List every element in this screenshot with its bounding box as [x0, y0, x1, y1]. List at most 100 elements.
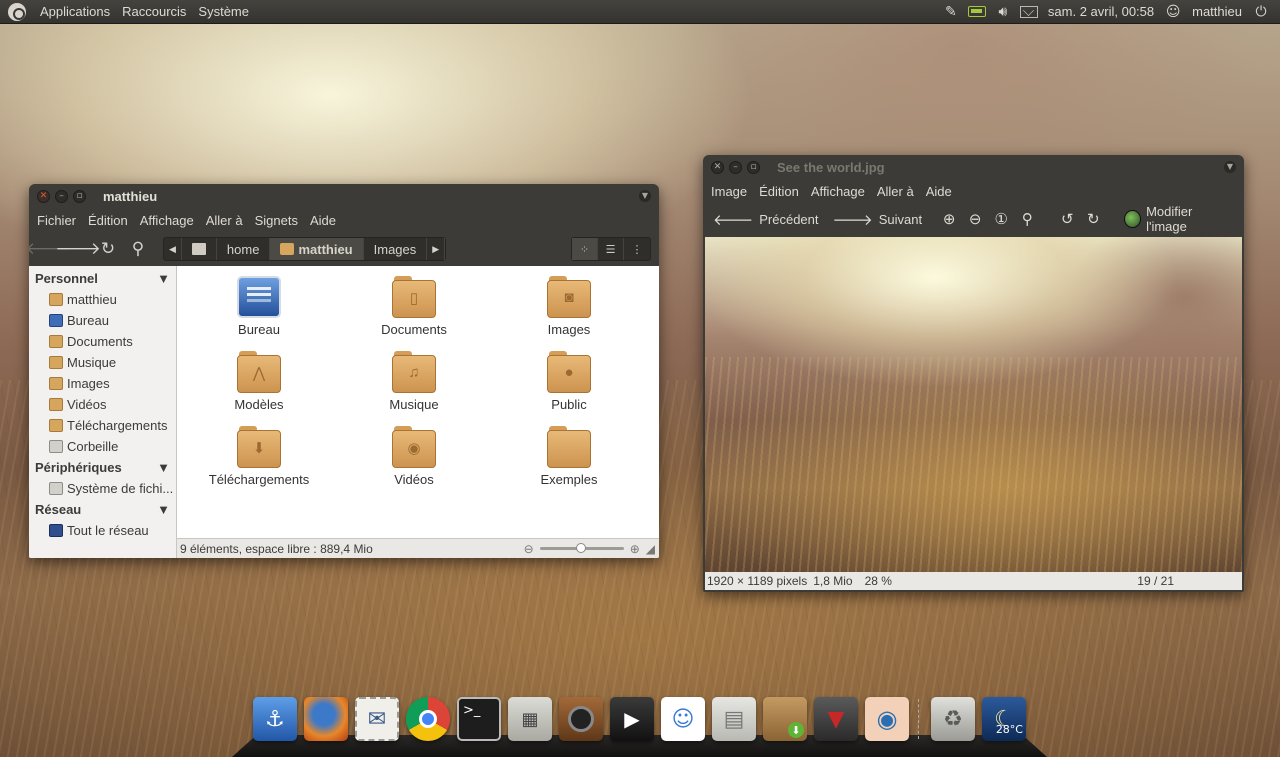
- menu-fichier[interactable]: Fichier: [31, 213, 82, 228]
- sidebar-item-telechargements[interactable]: Téléchargements: [29, 415, 176, 436]
- file-item-videos[interactable]: ◉ Vidéos: [349, 426, 479, 487]
- zoom-in-button[interactable]: ⊕: [936, 210, 962, 228]
- file-cabinet-icon[interactable]: ▤: [712, 697, 756, 741]
- window-menu-button[interactable]: ▼: [1224, 161, 1236, 173]
- sidebar-item-videos[interactable]: Vidéos: [29, 394, 176, 415]
- path-matthieu[interactable]: matthieu: [270, 238, 364, 260]
- menu-applications[interactable]: Applications: [34, 4, 116, 19]
- menu-edition[interactable]: Édition: [82, 213, 134, 228]
- menu-affichage[interactable]: Affichage: [805, 184, 871, 199]
- firefox-icon[interactable]: [304, 697, 348, 741]
- sidebar-item-bureau[interactable]: Bureau: [29, 310, 176, 331]
- anchor-icon[interactable]: ⚓: [253, 697, 297, 741]
- collapse-arrow-icon: ▼: [157, 271, 170, 286]
- calculator-icon[interactable]: ▦: [508, 697, 552, 741]
- sidebar-item-network[interactable]: Tout le réseau: [29, 520, 176, 541]
- chat-icon[interactable]: ☺: [661, 697, 705, 741]
- zoom-normal-button[interactable]: ①: [988, 210, 1014, 228]
- menu-raccourcis[interactable]: Raccourcis: [116, 4, 192, 19]
- chrome-icon[interactable]: [406, 697, 450, 741]
- menu-aide[interactable]: Aide: [920, 184, 958, 199]
- volume-icon[interactable]: 🔊︎: [992, 3, 1014, 21]
- sidebar-item-filesystem[interactable]: Système de fichi...: [29, 478, 176, 499]
- sidebar-item-musique[interactable]: Musique: [29, 352, 176, 373]
- maximize-button[interactable]: ▫: [73, 189, 86, 203]
- file-item-documents[interactable]: ▯ Documents: [349, 276, 479, 337]
- sidebar-item-documents[interactable]: Documents: [29, 331, 176, 352]
- path-images[interactable]: Images: [364, 238, 428, 260]
- minimize-button[interactable]: –: [55, 189, 68, 203]
- minimize-button[interactable]: –: [729, 160, 742, 174]
- image-canvas[interactable]: [705, 237, 1242, 572]
- icon-view-button[interactable]: ⁘: [572, 238, 598, 260]
- zoom-slider[interactable]: [539, 543, 624, 553]
- next-button[interactable]: 🡒 Suivant: [833, 210, 923, 229]
- package-icon[interactable]: ⬇: [763, 697, 807, 741]
- videos-folder-icon: ◉: [392, 426, 436, 468]
- path-home[interactable]: home: [217, 238, 271, 260]
- list-view-button[interactable]: ☰: [598, 238, 624, 260]
- edit-image-button[interactable]: Modifier l'image: [1124, 204, 1230, 234]
- zoom-slider-knob[interactable]: [575, 543, 586, 553]
- file-item-public[interactable]: ● Public: [504, 351, 634, 412]
- menu-aller-a[interactable]: Aller à: [871, 184, 920, 199]
- trash-icon[interactable]: ♻: [931, 697, 975, 741]
- menu-image[interactable]: Image: [705, 184, 753, 199]
- image-viewer-titlebar[interactable]: ✕ – ▫ See the world.jpg ▼: [703, 155, 1244, 179]
- mail-icon[interactable]: [1018, 3, 1040, 21]
- file-item-exemples[interactable]: Exemples: [504, 426, 634, 487]
- menu-affichage[interactable]: Affichage: [134, 213, 200, 228]
- file-item-telechargements[interactable]: ⬇ Téléchargements: [194, 426, 324, 487]
- battery-icon[interactable]: [966, 3, 988, 21]
- file-item-musique[interactable]: ♫ Musique: [349, 351, 479, 412]
- path-left-arrow[interactable]: ◀: [164, 238, 182, 260]
- ubuntu-logo-icon[interactable]: [8, 2, 26, 21]
- menu-aller-a[interactable]: Aller à: [200, 213, 249, 228]
- speaker-icon[interactable]: [559, 697, 603, 741]
- search-button[interactable]: ⚲: [123, 236, 153, 262]
- file-item-modeles[interactable]: ⋀ Modèles: [194, 351, 324, 412]
- reload-button[interactable]: ↻: [93, 236, 123, 262]
- sidebar-header-personnel[interactable]: Personnel ▼: [29, 268, 176, 289]
- menu-edition[interactable]: Édition: [753, 184, 805, 199]
- terminal-icon[interactable]: >_: [457, 697, 501, 741]
- rotate-right-button[interactable]: ↻: [1080, 210, 1106, 228]
- rotate-left-button[interactable]: ↺: [1054, 210, 1080, 228]
- eye-icon[interactable]: ◉: [865, 697, 909, 741]
- sidebar-header-peripheriques[interactable]: Périphériques ▼: [29, 457, 176, 478]
- maximize-button[interactable]: ▫: [747, 160, 760, 174]
- window-title: matthieu: [103, 188, 158, 204]
- previous-button[interactable]: 🡐 Précédent: [713, 210, 819, 229]
- sidebar-header-reseau[interactable]: Réseau ▼: [29, 499, 176, 520]
- suit-icon[interactable]: ▼: [814, 697, 858, 741]
- window-menu-button[interactable]: ▼: [639, 190, 651, 202]
- file-manager-titlebar[interactable]: ✕ – ▫ matthieu ▼: [29, 184, 659, 208]
- zoom-out-button[interactable]: ⊖: [962, 210, 988, 228]
- sidebar-item-corbeille[interactable]: Corbeille: [29, 436, 176, 457]
- mail-stamp-icon[interactable]: ✉: [355, 697, 399, 741]
- close-button[interactable]: ✕: [37, 189, 50, 203]
- resize-grip-icon[interactable]: ◢: [646, 542, 655, 556]
- weather-icon[interactable]: ☾ 28°C: [982, 697, 1026, 741]
- zoom-in-icon[interactable]: ⊕: [630, 542, 640, 556]
- sidebar-item-matthieu[interactable]: matthieu: [29, 289, 176, 310]
- menu-systeme[interactable]: Système: [192, 4, 255, 19]
- file-item-bureau[interactable]: Bureau: [194, 276, 324, 337]
- path-right-arrow[interactable]: ▶: [427, 238, 446, 260]
- pen-icon[interactable]: ✎: [940, 3, 962, 21]
- file-item-images[interactable]: ◙ Images: [504, 276, 634, 337]
- zoom-out-icon[interactable]: ⊖: [524, 542, 534, 556]
- menu-aide[interactable]: Aide: [304, 213, 342, 228]
- path-root[interactable]: [182, 238, 217, 260]
- compact-view-button[interactable]: ⋮: [624, 238, 650, 260]
- video-player-icon[interactable]: ▶: [610, 697, 654, 741]
- zoom-fit-button[interactable]: ⚲: [1014, 210, 1040, 228]
- username[interactable]: matthieu: [1188, 4, 1246, 19]
- menu-signets[interactable]: Signets: [249, 213, 304, 228]
- close-button[interactable]: ✕: [711, 160, 724, 174]
- clock[interactable]: sam. 2 avril, 00:58: [1044, 4, 1158, 19]
- forward-button[interactable]: 🡒: [55, 236, 101, 262]
- sidebar-item-images[interactable]: Images: [29, 373, 176, 394]
- power-icon[interactable]: ⏻: [1250, 3, 1272, 21]
- user-icon[interactable]: ☺: [1162, 3, 1184, 21]
